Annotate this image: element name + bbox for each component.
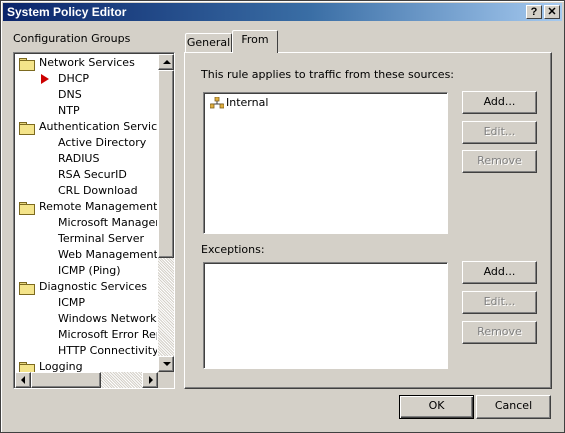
tree-item-label: Web Management: [58, 248, 157, 261]
system-policy-editor-window: System Policy Editor ? ✕ Configuration G…: [0, 0, 565, 433]
tree-item-label: RSA SecurID: [58, 168, 127, 181]
folder-icon: [19, 202, 35, 215]
cancel-button[interactable]: Cancel: [476, 395, 551, 419]
scroll-right-button[interactable]: [142, 372, 158, 388]
tree-item-dhcp[interactable]: DHCP: [14, 71, 157, 87]
tree-item-icmp[interactable]: ICMP: [14, 295, 157, 311]
selected-arrow-icon: [41, 74, 49, 84]
configuration-groups-tree[interactable]: Network Services DHCP DNS NTP Authentication…: [13, 52, 175, 389]
tree-folder-remote-management[interactable]: Remote Management: [14, 199, 157, 215]
tab-panel-from: This rule applies to traffic from these …: [184, 52, 552, 389]
vertical-scroll-thumb[interactable]: [158, 70, 174, 258]
tree-item-windows-networking[interactable]: Windows Networking: [14, 311, 157, 327]
window-title: System Policy Editor: [7, 5, 127, 19]
help-button[interactable]: ?: [526, 5, 542, 19]
tree-item-terminal-server[interactable]: Terminal Server: [14, 231, 157, 247]
tree-item-icmp-ping[interactable]: ICMP (Ping): [14, 263, 157, 279]
folder-icon: [19, 122, 35, 135]
close-button[interactable]: ✕: [544, 5, 560, 19]
exceptions-label: Exceptions:: [201, 243, 265, 256]
tree-item-label: Microsoft Error Repo: [58, 328, 157, 341]
tree-item-microsoft-manageme[interactable]: Microsoft Manageme: [14, 215, 157, 231]
horizontal-scroll-thumb[interactable]: [31, 372, 101, 388]
tree-item-label: RADIUS: [58, 152, 100, 165]
sources-list[interactable]: Internal: [203, 92, 448, 234]
tree-horizontal-scrollbar[interactable]: [15, 372, 158, 388]
add-exception-button[interactable]: Add...: [462, 261, 537, 284]
tree-item-rsa-securid[interactable]: RSA SecurID: [14, 167, 157, 183]
tree-item-label: HTTP Connectivity ve: [58, 344, 157, 357]
tree-item-microsoft-error-repo[interactable]: Microsoft Error Repo: [14, 327, 157, 343]
tree-folder-label: Diagnostic Services: [39, 280, 147, 293]
tree-item-label: ICMP: [58, 296, 86, 309]
folder-icon: [19, 282, 35, 295]
tab-from[interactable]: From: [232, 30, 278, 53]
sources-label: This rule applies to traffic from these …: [201, 68, 455, 81]
scroll-down-button[interactable]: [158, 356, 174, 372]
tree-folder-label: Remote Management: [39, 200, 157, 213]
tree-item-http-connectivity-ve[interactable]: HTTP Connectivity ve: [14, 343, 157, 359]
edit-exception-button[interactable]: Edit...: [462, 291, 537, 314]
tree-folder-authentication-services[interactable]: Authentication Services: [14, 119, 157, 135]
scroll-up-button[interactable]: [158, 54, 174, 70]
tree-item-ntp[interactable]: NTP: [14, 103, 157, 119]
tree-vertical-scrollbar[interactable]: [158, 54, 174, 372]
source-item-label: Internal: [226, 96, 269, 109]
scroll-left-button[interactable]: [15, 372, 31, 388]
network-icon: [210, 97, 224, 109]
tree-item-label: DNS: [58, 88, 82, 101]
title-bar[interactable]: System Policy Editor ? ✕: [3, 3, 562, 21]
tree-item-radius[interactable]: RADIUS: [14, 151, 157, 167]
tree-folder-label: Authentication Services: [39, 120, 157, 133]
tree-folder-diagnostic-services[interactable]: Diagnostic Services: [14, 279, 157, 295]
tree-item-label: Terminal Server: [58, 232, 145, 245]
edit-source-button[interactable]: Edit...: [462, 121, 537, 144]
tab-general[interactable]: General: [185, 33, 232, 53]
remove-exception-button[interactable]: Remove: [462, 321, 537, 344]
tree-item-label: CRL Download: [58, 184, 138, 197]
tree-item-active-directory[interactable]: Active Directory: [14, 135, 157, 151]
tree-item-dns[interactable]: DNS: [14, 87, 157, 103]
remove-source-button[interactable]: Remove: [462, 150, 537, 173]
tree-item-label: NTP: [58, 104, 80, 117]
ok-button[interactable]: OK: [399, 395, 474, 419]
tree-item-label: Windows Networking: [58, 312, 157, 325]
tree-item-crl-download[interactable]: CRL Download: [14, 183, 157, 199]
tree-folder-label: Network Services: [39, 56, 135, 69]
scrollbar-corner: [158, 372, 174, 388]
configuration-groups-heading: Configuration Groups: [13, 32, 131, 45]
tree-item-label: DHCP: [58, 72, 90, 85]
tree-item-label: ICMP (Ping): [58, 264, 121, 277]
folder-icon: [19, 58, 35, 71]
tree-folder-network-services[interactable]: Network Services: [14, 55, 157, 71]
exceptions-list[interactable]: [203, 262, 448, 369]
tree-item-label: Microsoft Manageme: [58, 216, 157, 229]
tree-item-web-management[interactable]: Web Management: [14, 247, 157, 263]
add-source-button[interactable]: Add...: [462, 91, 537, 114]
tree-item-label: Active Directory: [58, 136, 147, 149]
